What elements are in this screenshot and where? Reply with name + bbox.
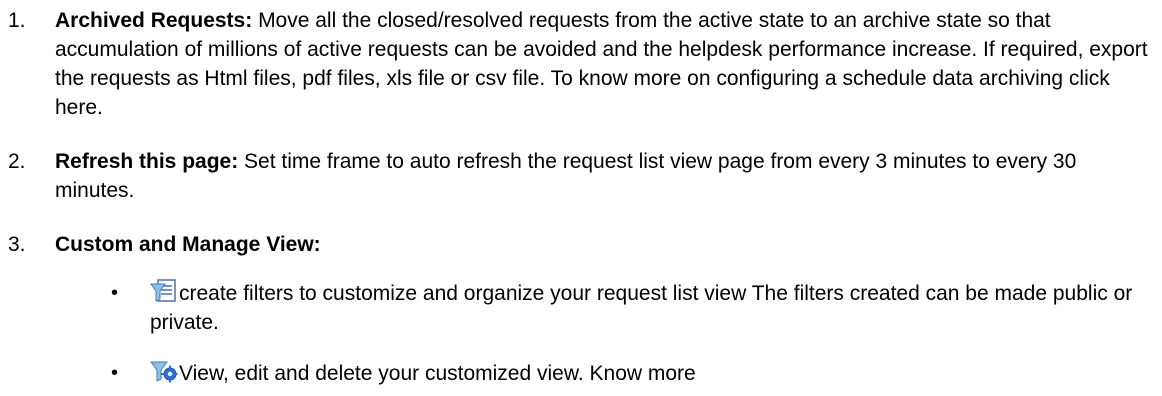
item-number: 1.	[8, 9, 26, 32]
filter-gear-icon[interactable]	[150, 359, 178, 384]
bullet-symbol: •	[111, 362, 119, 384]
filter-document-icon[interactable]	[150, 279, 178, 304]
item-title: Refresh this page:	[55, 150, 239, 173]
bullet-body: View, edit and delete your customized vi…	[150, 359, 1155, 388]
item-number: 2.	[8, 150, 26, 173]
bullet-symbol: •	[111, 282, 119, 304]
item-body: Archived Requests: Move all the closed/r…	[55, 6, 1150, 122]
bullet-body: create filters to customize and organize…	[150, 279, 1155, 337]
item-body: Custom and Manage View:	[55, 230, 1150, 259]
item-number: 3.	[8, 233, 26, 256]
bullet-text: View, edit and delete your customized vi…	[179, 362, 696, 385]
bullet-text: create filters to customize and organize…	[150, 282, 1133, 334]
item-title: Custom and Manage View:	[55, 233, 321, 256]
item-body: Refresh this page: Set time frame to aut…	[55, 147, 1150, 205]
item-title: Archived Requests:	[55, 9, 253, 32]
